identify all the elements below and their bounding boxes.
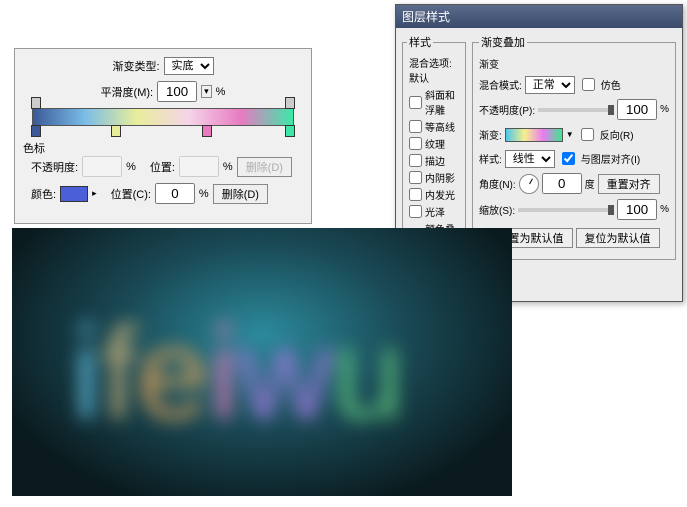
stepper-icon[interactable]: ▾	[201, 85, 212, 98]
color-stop[interactable]	[202, 125, 212, 137]
stops-section-label: 色标	[23, 140, 303, 156]
opacity-label: 不透明度(P):	[479, 102, 535, 117]
smooth-label: 平滑度(M):	[101, 84, 154, 100]
position2-input[interactable]	[155, 183, 195, 204]
dither-checkbox[interactable]	[582, 78, 595, 91]
angle-input[interactable]	[542, 173, 582, 194]
gradient-label: 渐变:	[479, 127, 502, 142]
sub-title: 渐变	[479, 56, 669, 71]
percent-label: %	[216, 86, 226, 98]
style-item-innershadow[interactable]: 内阴影	[407, 169, 461, 186]
angle-label: 角度(N):	[479, 176, 516, 191]
opacity-stop[interactable]	[31, 97, 41, 109]
dropdown-icon[interactable]: ▼	[566, 130, 574, 139]
color-stop[interactable]	[111, 125, 121, 137]
scale-slider[interactable]	[518, 208, 614, 212]
reset-align-button[interactable]: 重置对齐	[598, 174, 660, 194]
delete-button[interactable]: 删除(D)	[213, 184, 268, 204]
chevron-icon[interactable]: ▸	[92, 188, 97, 199]
gradient-type-label: 渐变类型:	[112, 58, 159, 74]
position-label: 位置:	[150, 159, 175, 175]
preview-text: ifeiwu	[12, 228, 512, 496]
reset-default-button[interactable]: 复位为默认值	[576, 228, 660, 248]
style-item-innerglow[interactable]: 内发光	[407, 186, 461, 203]
color-stop[interactable]	[31, 125, 41, 137]
opacity-stop[interactable]	[285, 97, 295, 109]
position-input	[179, 156, 219, 177]
reverse-checkbox[interactable]	[581, 128, 594, 141]
style-item-contour[interactable]: 等高线	[407, 118, 461, 135]
styles-legend: 样式	[407, 34, 433, 50]
color-stop[interactable]	[285, 125, 295, 137]
scale-input[interactable]	[617, 199, 657, 220]
gradient-type-select[interactable]: 实底	[164, 57, 214, 75]
align-checkbox[interactable]	[562, 152, 575, 165]
style-item-texture[interactable]: 纹理	[407, 135, 461, 152]
svg-text:ifeiwu: ifeiwu	[72, 300, 404, 446]
position2-label: 位置(C):	[111, 186, 151, 202]
style-item-bevel[interactable]: 斜面和浮雕	[407, 86, 461, 118]
gradient-bar[interactable]	[32, 108, 294, 126]
scale-label: 缩放(S):	[479, 202, 515, 217]
preview-canvas: ifeiwu	[12, 228, 512, 496]
style-item-stroke[interactable]: 描边	[407, 152, 461, 169]
delete-button: 删除(D)	[237, 157, 292, 177]
style-item-satin[interactable]: 光泽	[407, 203, 461, 220]
options-legend: 渐变叠加	[479, 34, 527, 50]
smooth-input[interactable]	[157, 81, 197, 102]
dialog-title: 图层样式	[396, 5, 682, 28]
blendmode-label: 混合模式:	[479, 77, 522, 92]
blend-default[interactable]: 混合选项:默认	[407, 54, 461, 86]
style-select[interactable]: 线性	[505, 150, 555, 168]
opacity-input	[82, 156, 122, 177]
blendmode-select[interactable]: 正常	[525, 76, 575, 94]
style-label: 样式:	[479, 151, 502, 166]
angle-dial[interactable]	[519, 174, 539, 194]
color-label: 颜色:	[31, 186, 56, 202]
opacity-slider[interactable]	[538, 108, 614, 112]
opacity-label: 不透明度:	[31, 159, 78, 175]
gradient-editor-panel: 渐变类型: 实底 平滑度(M): ▾ % 色标 不透明度: % 位置: % 删除…	[14, 48, 312, 224]
opacity-value[interactable]	[617, 99, 657, 120]
gradient-preview[interactable]	[505, 128, 563, 142]
color-swatch[interactable]	[60, 186, 88, 202]
